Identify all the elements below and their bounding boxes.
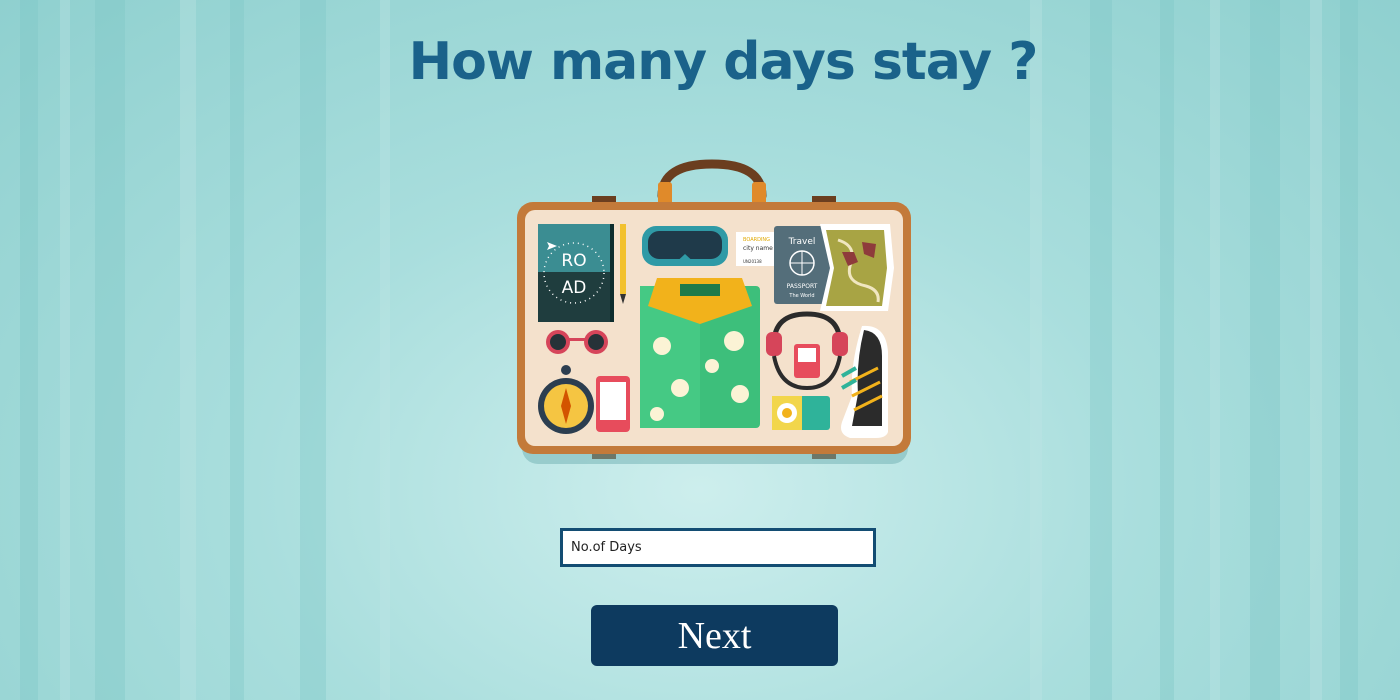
suitcase-illustration: RO AD BOARDING city name UN20138 Travel … xyxy=(517,159,911,464)
boarding-pass-code: UN20138 xyxy=(743,259,762,264)
passport-title: Travel xyxy=(788,237,816,247)
days-input[interactable] xyxy=(560,528,876,567)
boarding-pass-city: city name xyxy=(743,245,773,252)
passport-subtitle: The World xyxy=(788,293,814,299)
page-title: How many days stay ? xyxy=(408,32,1039,92)
next-button[interactable]: Next xyxy=(591,605,838,666)
notebook-text-ro: RO xyxy=(561,251,586,271)
notebook-text-ad: AD xyxy=(562,278,587,298)
passport-label: PASSPORT xyxy=(787,283,818,290)
boarding-pass-header: BOARDING xyxy=(743,237,770,243)
